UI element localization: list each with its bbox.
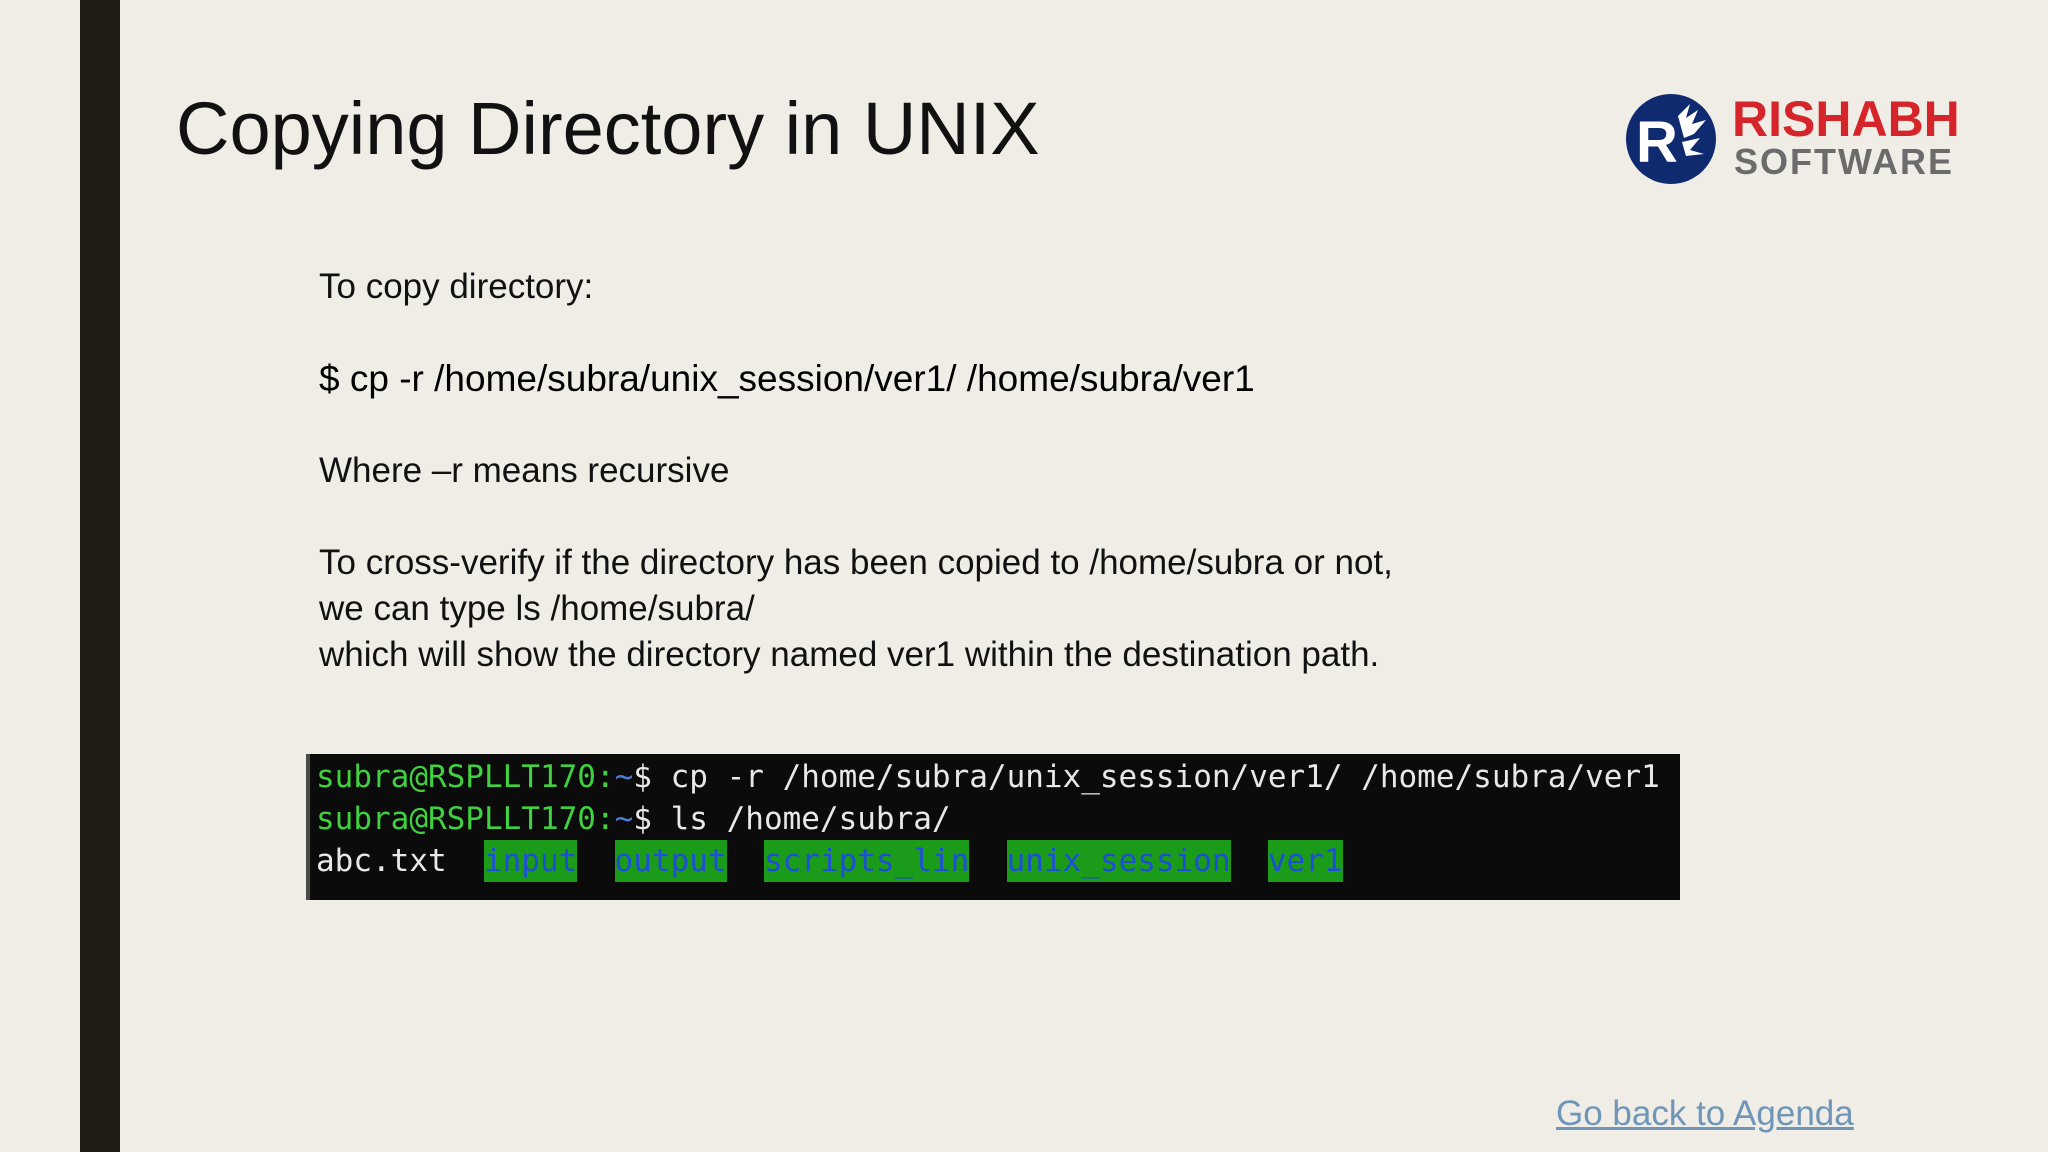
intro-text: To copy directory:	[319, 267, 594, 306]
logo-subtitle: SOFTWARE	[1734, 141, 1954, 182]
copy-command: $ cp -r /home/subra/unix_session/ver1/ /…	[319, 358, 1255, 399]
svg-text:R: R	[1636, 110, 1678, 175]
rishabh-logo-icon: R	[1626, 94, 1716, 184]
verify-line-2: we can type ls /home/subra/	[319, 589, 755, 628]
terminal-edge	[306, 754, 310, 900]
slide-body: To copy directory: $ cp -r /home/subra/u…	[319, 264, 1819, 678]
logo-name: RISHABH	[1732, 91, 1960, 147]
terminal-line-listing: abc.txt input output scripts_lin unix_se…	[316, 840, 1343, 882]
dir-entry: scripts_lin	[763, 840, 970, 882]
file-entry: abc.txt	[316, 843, 447, 879]
recursive-note: Where –r means recursive	[319, 451, 730, 490]
left-accent-bar	[80, 0, 120, 1152]
dir-entry: unix_session	[1006, 840, 1231, 882]
prompt-user: subra@RSPLLT170:	[316, 801, 615, 837]
verify-line-1: To cross-verify if the directory has bee…	[319, 543, 1393, 582]
back-to-agenda-link[interactable]: Go back to Agenda	[1556, 1094, 1854, 1134]
dir-entry: ver1	[1267, 840, 1343, 882]
terminal-line-ls: subra@RSPLLT170:~$ ls /home/subra/	[316, 798, 951, 840]
terminal-screenshot: subra@RSPLLT170:~$ cp -r /home/subra/uni…	[306, 754, 1680, 900]
dir-entry: input	[483, 840, 578, 882]
terminal-command: $ ls /home/subra/	[633, 801, 951, 837]
dir-entry: output	[614, 840, 727, 882]
prompt-user: subra@RSPLLT170:	[316, 759, 615, 795]
terminal-line-cp: subra@RSPLLT170:~$ cp -r /home/subra/uni…	[316, 756, 1660, 798]
verify-line-3: which will show the directory named ver1…	[319, 635, 1380, 674]
company-logo: R RISHABH SOFTWARE	[1626, 92, 1960, 188]
prompt-tilde: ~	[614, 759, 634, 795]
slide-title: Copying Directory in UNIX	[176, 87, 1040, 170]
prompt-tilde: ~	[614, 801, 634, 837]
terminal-command: $ cp -r /home/subra/unix_session/ver1/ /…	[633, 759, 1660, 795]
